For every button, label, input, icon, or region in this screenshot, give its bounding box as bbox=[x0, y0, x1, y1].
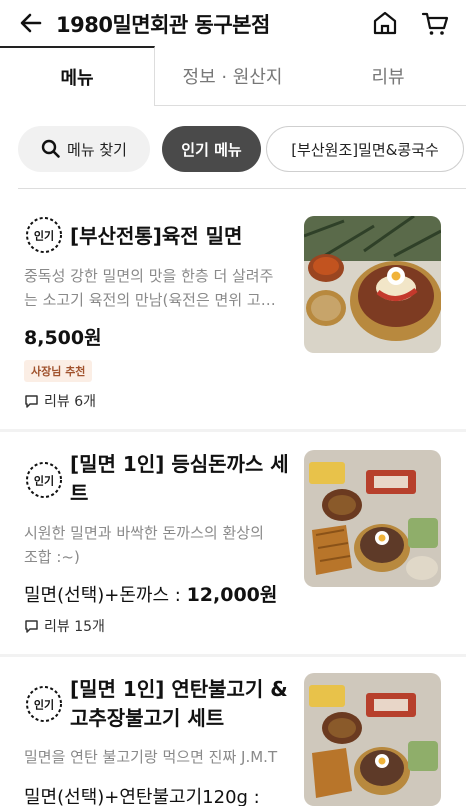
comment-icon bbox=[25, 394, 38, 408]
menu-item-price: 밀면(선택)+돈까스 : 12,000원 bbox=[24, 580, 277, 607]
item-separator bbox=[0, 429, 466, 432]
chip-popular-menu[interactable]: 인기 메뉴 bbox=[162, 126, 261, 172]
chip-busan-category[interactable]: [부산원조]밀면&콩국수 bbox=[266, 126, 464, 172]
description-line: 조합 :~) bbox=[24, 548, 80, 566]
yukjeon-milmyeon-photo bbox=[304, 216, 441, 353]
svg-text:인기: 인기 bbox=[34, 698, 54, 712]
popular-badge-icon: 인기 bbox=[26, 686, 62, 722]
tonkatsu-set-photo bbox=[304, 450, 441, 587]
search-icon bbox=[41, 139, 60, 158]
app-header: 1980밀면회관 동구본점 bbox=[0, 0, 466, 46]
description-line: 시원한 밀면과 바싹한 돈까스의 환상의 bbox=[24, 524, 264, 542]
price-prefix: 밀면(선택)+돈까스 : bbox=[24, 585, 187, 606]
menu-item-description: 시원한 밀면과 바싹한 돈까스의 환상의 조합 :~) bbox=[24, 521, 294, 569]
tab-menu[interactable]: 메뉴 bbox=[0, 46, 155, 106]
owner-recommend-badge: 사장님 추천 bbox=[24, 360, 93, 382]
price-value: 8,500원 bbox=[24, 327, 102, 349]
popular-badge-icon: 인기 bbox=[26, 217, 62, 253]
home-icon[interactable] bbox=[370, 8, 400, 38]
popular-badge-icon: 인기 bbox=[26, 462, 62, 498]
tab-bar: 메뉴 정보 · 원산지 리뷰 bbox=[0, 46, 466, 106]
comment-icon bbox=[25, 619, 38, 633]
name-line: [밀면 1인] 등심돈까스 세 bbox=[70, 452, 289, 476]
price-value: 12,000원 bbox=[186, 584, 278, 606]
svg-text:인기: 인기 bbox=[34, 474, 54, 488]
tab-info-origin[interactable]: 정보 · 원산지 bbox=[155, 46, 310, 106]
review-count: 리뷰 15개 bbox=[24, 616, 105, 636]
menu-item-description: 중독성 강한 밀면의 맛을 한층 더 살려주 는 소고기 육전의 만남(육전은 … bbox=[24, 264, 294, 312]
name-line: 트 bbox=[70, 481, 89, 505]
page-title: 1980밀면회관 동구본점 bbox=[56, 13, 270, 37]
item-separator bbox=[0, 654, 466, 657]
menu-search-button[interactable]: 메뉴 찾기 bbox=[18, 126, 150, 172]
menu-item-name: [밀면 1인] 연탄불고기 & 고추장불고기 세트 bbox=[70, 675, 295, 733]
menu-item-price: 8,500원 bbox=[24, 323, 102, 350]
name-line: [밀면 1인] 연탄불고기 & bbox=[70, 677, 288, 701]
menu-item-price: 밀면(선택)+연탄불고기120g : bbox=[24, 783, 260, 806]
filter-chips: 메뉴 찾기 인기 메뉴 [부산원조]밀면&콩국수 bbox=[0, 126, 466, 172]
review-count: 리뷰 6개 bbox=[24, 391, 96, 411]
menu-item-description: 밀면을 연탄 불고기랑 먹으면 진짜 J.M.T bbox=[24, 745, 294, 769]
description-line: 는 소고기 육전의 만남(육전은 면위 고… bbox=[24, 291, 276, 309]
svg-text:인기: 인기 bbox=[34, 229, 54, 243]
price-prefix: 밀면(선택)+연탄불고기120g : bbox=[24, 787, 260, 806]
cart-icon[interactable] bbox=[420, 8, 450, 38]
section-divider bbox=[18, 188, 466, 189]
back-arrow-icon[interactable] bbox=[16, 8, 46, 38]
tab-reviews[interactable]: 리뷰 bbox=[310, 46, 466, 106]
description-line: 중독성 강한 밀면의 맛을 한층 더 살려주 bbox=[24, 267, 274, 285]
name-line: 고추장불고기 세트 bbox=[70, 706, 225, 730]
menu-item-name: [밀면 1인] 등심돈까스 세 트 bbox=[70, 450, 295, 508]
review-count-label: 리뷰 6개 bbox=[44, 394, 96, 410]
menu-search-label: 메뉴 찾기 bbox=[67, 140, 127, 159]
bulgogi-set-photo bbox=[304, 673, 441, 806]
menu-item-name: [부산전통]육전 밀면 bbox=[70, 224, 243, 248]
review-count-label: 리뷰 15개 bbox=[44, 619, 105, 635]
description-line: 밀면을 연탄 불고기랑 먹으면 진짜 J.M.T bbox=[24, 748, 278, 766]
